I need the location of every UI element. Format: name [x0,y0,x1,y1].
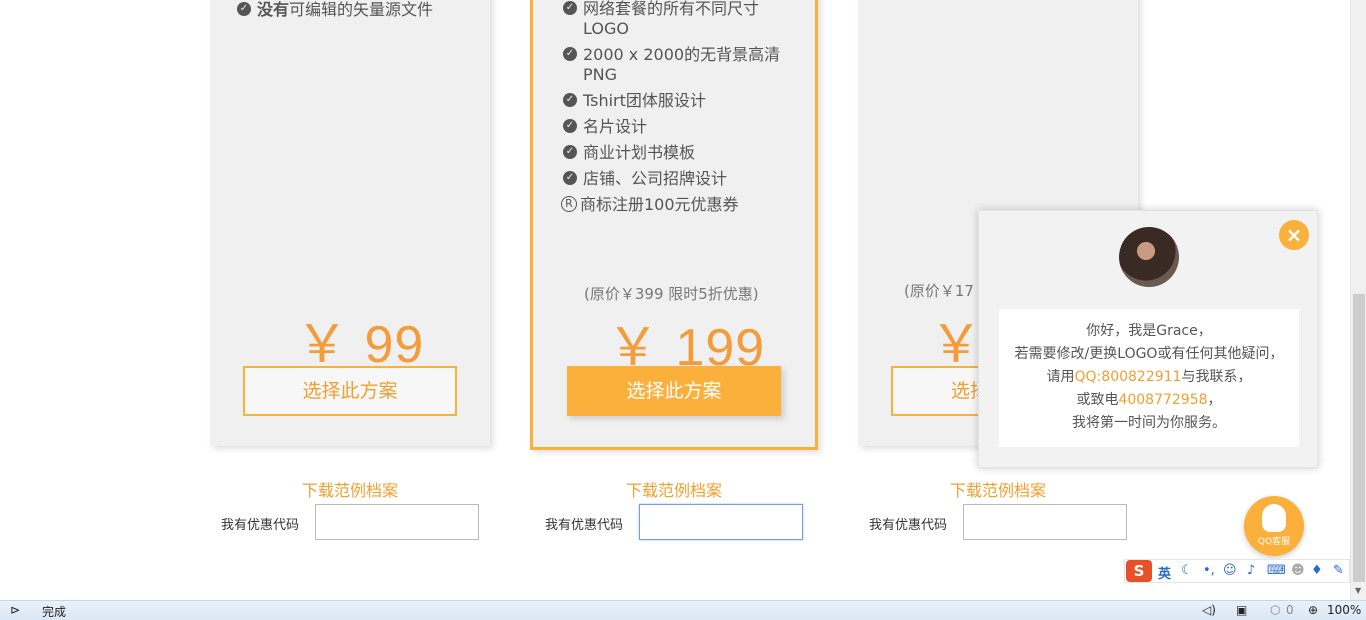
message-text: 请用 [1046,369,1075,385]
vertical-scrollbar[interactable]: ▼ [1350,0,1366,600]
check-icon: ✓ [563,0,577,15]
avatar [1119,227,1179,287]
message-line: 或致电4008772958， [999,389,1299,412]
moon-icon[interactable]: ☾ [1181,563,1193,578]
select-plan-button[interactable]: 选择此方案 [243,366,457,416]
message-text: 或致电 [1076,392,1119,408]
feature-item: ✓ 没有可编辑的矢量源文件 [237,0,433,20]
zoom-level[interactable]: 100% [1327,603,1361,617]
message-line: 请用QQ:800822911与我联系， [999,366,1299,389]
feature-text: 店铺、公司招牌设计 [583,169,728,188]
check-icon: ✓ [563,170,577,185]
coupon-label: 我有优惠代码 [869,518,948,533]
chat-message: 你好，我是Grace， 若需要修改/更换LOGO或有任何其他疑问， 请用QQ:8… [999,309,1299,447]
message-text: ， [1207,392,1222,408]
sogou-logo-icon[interactable]: S [1126,560,1152,582]
sidebar-toggle-icon[interactable]: ⊳ [10,603,20,617]
feature-text: 商业计划书模板 [583,143,696,162]
check-icon: ✓ [237,1,251,16]
download-sample-link[interactable]: 下载范例档案 [950,477,1046,501]
feature-item: ✓ 名片设计 [563,117,647,137]
punctuation-icon[interactable]: •, [1203,563,1215,578]
original-price: (原价￥17 [904,282,974,300]
original-price: (原价￥399 限时5折优惠) [584,285,759,303]
download-sample-link[interactable]: 下载范例档案 [626,477,722,501]
message-line: 我将第一时间为你服务。 [1072,415,1226,431]
feature-text: 商标注册100元优惠券 [580,195,739,214]
registered-icon: R [561,195,577,212]
feature-item: R 商标注册100元优惠券 [561,195,739,215]
scroll-down-arrow-icon[interactable]: ▼ [1355,586,1361,595]
feature-item: ✓ 商业计划书模板 [563,143,695,163]
penguin-icon [1262,504,1286,532]
status-bar: ⊳ 完成 ◁) ▣ ⬡ 0 ⊕ 100% [0,600,1366,620]
message-line: 若需要修改/更换LOGO或有任何其他疑问， [1014,346,1284,362]
qq-number-link[interactable]: QQ:800822911 [1075,369,1182,385]
qq-support-label: QQ客服 [1257,537,1291,547]
download-tray-icon[interactable]: ▣ [1236,603,1247,617]
coupon-input[interactable] [315,504,479,540]
ime-mode-toggle[interactable]: 英 [1158,563,1171,582]
coupon-label: 我有优惠代码 [545,518,624,533]
shirt-icon[interactable]: ♦ [1311,563,1323,578]
feature-text-cont: LOGO [583,19,629,38]
phone-number-link[interactable]: 4008772958 [1118,392,1207,408]
coupon-input[interactable] [639,504,803,540]
check-icon: ✓ [563,46,577,61]
select-plan-button[interactable]: 选择此方案 [567,366,781,416]
page: ✓ 没有可编辑的矢量源文件 ￥ 99 选择此方案 ✓ 网络套餐的所有不同尺寸 LOGO… [0,0,1350,600]
message-line: 你好，我是Grace， [1086,323,1212,339]
qq-support-button[interactable]: QQ客服 [1244,496,1304,556]
check-icon: ✓ [563,92,577,107]
plan-card-basic: ✓ 没有可编辑的矢量源文件 ￥ 99 选择此方案 [210,0,490,446]
feature-text: 网络套餐的所有不同尺寸 [583,0,760,18]
feature-text: 2000 x 2000的无背景高清 [583,45,781,64]
feature-text: 可编辑的矢量源文件 [289,0,434,19]
mic-icon[interactable]: ♪ [1247,563,1255,578]
ime-toolbar: S 英 ☾ •, ☺ ♪ ⌨ ☻ ♦ ✎ [1124,559,1350,583]
speaker-icon[interactable]: ◁) [1202,603,1216,617]
adblock-count: 0 [1286,603,1294,617]
scrollbar-thumb[interactable] [1353,294,1365,582]
chat-popup: × 你好，我是Grace， 若需要修改/更换LOGO或有任何其他疑问， 请用QQ… [978,210,1318,468]
coupon-input[interactable] [963,504,1127,540]
wrench-icon[interactable]: ✎ [1333,563,1344,578]
feature-bold: 没有 [257,0,290,19]
check-icon: ✓ [563,118,577,133]
feature-item: ✓ 2000 x 2000的无背景高清 PNG [563,45,780,85]
message-text: 与我联系， [1181,369,1252,385]
plan-card-featured: ✓ 网络套餐的所有不同尺寸 LOGO ✓ 2000 x 2000的无背景高清 PNG ✓… [530,0,818,450]
close-icon[interactable]: × [1279,220,1309,250]
user-icon[interactable]: ☻ [1291,563,1305,578]
check-icon: ✓ [563,144,577,159]
adblock-icon[interactable]: ⬡ [1270,603,1280,617]
feature-item: ✓ 店铺、公司招牌设计 [563,169,727,189]
emoji-icon[interactable]: ☺ [1223,563,1237,578]
feature-item: ✓ Tshirt团体服设计 [563,91,706,111]
feature-item: ✓ 网络套餐的所有不同尺寸 LOGO [563,0,759,39]
zoom-icon[interactable]: ⊕ [1308,603,1318,617]
feature-text-cont: PNG [583,65,618,84]
feature-text: 名片设计 [583,117,648,136]
download-sample-link[interactable]: 下载范例档案 [302,477,398,501]
status-text: 完成 [42,605,67,619]
keyboard-icon[interactable]: ⌨ [1267,563,1286,578]
feature-text: Tshirt团体服设计 [583,91,706,110]
coupon-label: 我有优惠代码 [221,518,300,533]
